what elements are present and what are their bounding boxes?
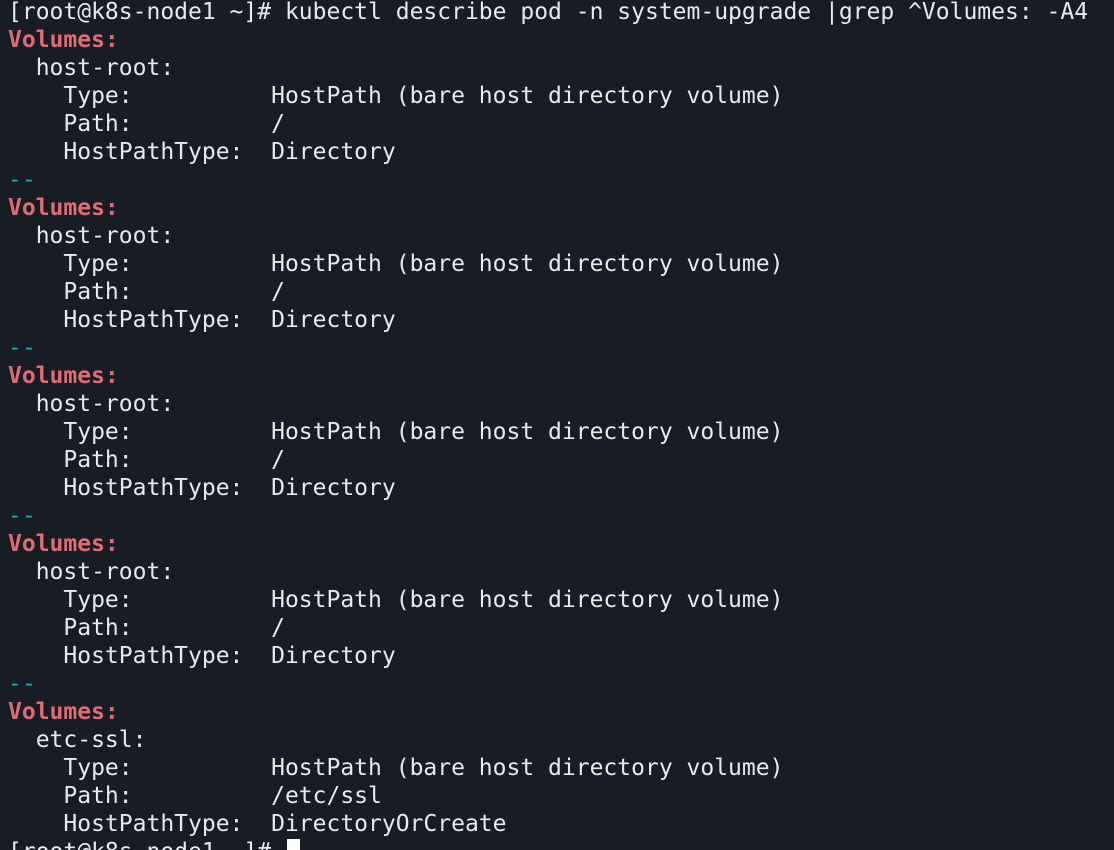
output-text: Type: HostPath (bare host directory volu…: [8, 587, 784, 613]
output-line: Path: /: [8, 278, 1088, 306]
output-text: Path: /: [8, 447, 285, 473]
output-line: host-root:: [8, 222, 1088, 250]
output-text: host-root:: [8, 55, 175, 81]
output-line: host-root:: [8, 558, 1088, 586]
output-text: HostPathType: Directory: [8, 139, 396, 165]
command-line: [root@k8s-node1 ~]# kubectl describe pod…: [8, 0, 1088, 26]
output-line: host-root:: [8, 54, 1088, 82]
output-text: HostPathType: Directory: [8, 475, 396, 501]
grep-match-text: Volumes:: [8, 699, 119, 725]
text-cursor: [286, 839, 300, 850]
grep-match-text: Volumes:: [8, 363, 119, 389]
output-line: Path: /: [8, 614, 1088, 642]
output-text: Path: /: [8, 111, 285, 137]
prompt-line[interactable]: [root@k8s-node1 ~]#: [8, 838, 1088, 850]
output-line: Type: HostPath (bare host directory volu…: [8, 82, 1088, 110]
output-text: HostPathType: Directory: [8, 307, 396, 333]
shell-prompt: [root@k8s-node1 ~]#: [8, 839, 285, 850]
output-line: HostPathType: Directory: [8, 642, 1088, 670]
output-text: Type: HostPath (bare host directory volu…: [8, 755, 784, 781]
output-line: host-root:: [8, 390, 1088, 418]
output-text: Path: /etc/ssl: [8, 783, 382, 809]
grep-separator: --: [8, 503, 36, 529]
output-text: HostPathType: DirectoryOrCreate: [8, 811, 507, 837]
output-line: --: [8, 166, 1088, 194]
output-text: Type: HostPath (bare host directory volu…: [8, 419, 784, 445]
output-line: Volumes:: [8, 26, 1088, 54]
output-line: etc-ssl:: [8, 726, 1088, 754]
output-text: host-root:: [8, 223, 175, 249]
output-text: Path: /: [8, 615, 285, 641]
output-line: Type: HostPath (bare host directory volu…: [8, 754, 1088, 782]
output-line: Path: /: [8, 446, 1088, 474]
terminal-output: [root@k8s-node1 ~]# kubectl describe pod…: [8, 0, 1088, 850]
output-line: Path: /etc/ssl: [8, 782, 1088, 810]
output-line: --: [8, 502, 1088, 530]
output-text: [root@k8s-node1 ~]# kubectl describe pod…: [8, 0, 1089, 25]
output-line: --: [8, 334, 1088, 362]
output-text: Type: HostPath (bare host directory volu…: [8, 251, 784, 277]
terminal-window[interactable]: [root@k8s-node1 ~]# kubectl describe pod…: [0, 0, 1114, 850]
output-line: HostPathType: Directory: [8, 138, 1088, 166]
output-text: HostPathType: Directory: [8, 643, 396, 669]
output-text: Type: HostPath (bare host directory volu…: [8, 83, 784, 109]
output-text: etc-ssl:: [8, 727, 147, 753]
output-text: Path: /: [8, 279, 285, 305]
grep-separator: --: [8, 335, 36, 361]
grep-separator: --: [8, 671, 36, 697]
output-line: Volumes:: [8, 362, 1088, 390]
output-line: Type: HostPath (bare host directory volu…: [8, 586, 1088, 614]
output-line: HostPathType: DirectoryOrCreate: [8, 810, 1088, 838]
output-line: Type: HostPath (bare host directory volu…: [8, 418, 1088, 446]
output-line: --: [8, 670, 1088, 698]
output-text: host-root:: [8, 559, 175, 585]
output-line: Path: /: [8, 110, 1088, 138]
output-line: HostPathType: Directory: [8, 474, 1088, 502]
output-line: HostPathType: Directory: [8, 306, 1088, 334]
grep-match-text: Volumes:: [8, 27, 119, 53]
output-line: Volumes:: [8, 194, 1088, 222]
output-line: Type: HostPath (bare host directory volu…: [8, 250, 1088, 278]
grep-match-text: Volumes:: [8, 531, 119, 557]
grep-separator: --: [8, 167, 36, 193]
output-line: Volumes:: [8, 698, 1088, 726]
grep-match-text: Volumes:: [8, 195, 119, 221]
output-text: host-root:: [8, 391, 175, 417]
output-line: Volumes:: [8, 530, 1088, 558]
